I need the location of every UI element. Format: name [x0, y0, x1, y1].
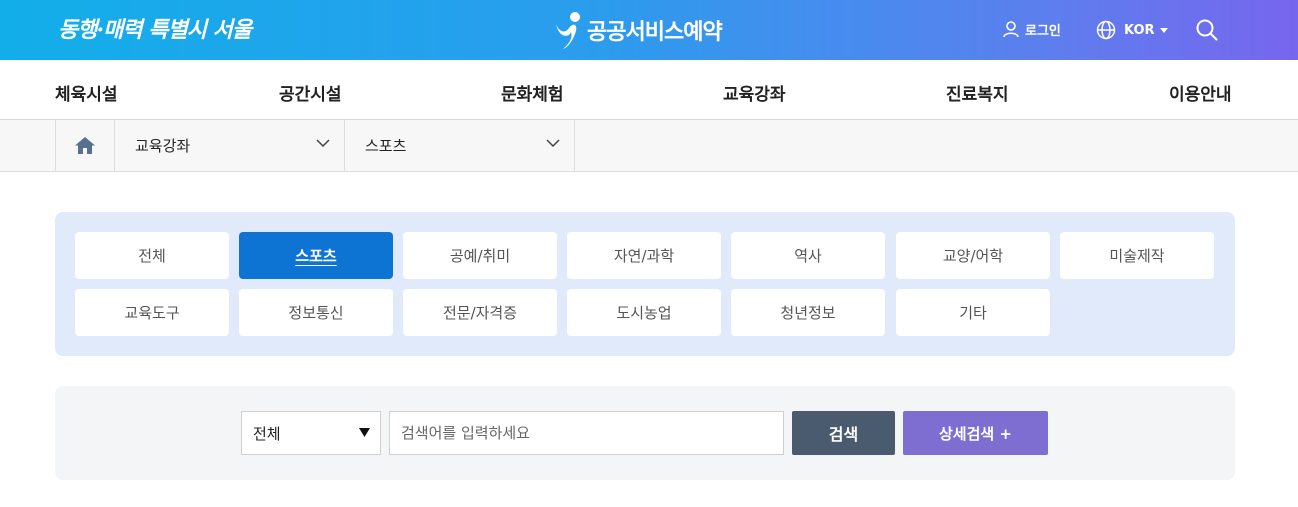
- top-header: 동행·매력 특별시 서울 공공서비스예약 로그인 KOR: [0, 0, 1298, 60]
- search-button[interactable]: 검색: [792, 411, 895, 455]
- category-button[interactable]: 교육도구: [75, 289, 229, 336]
- brand-person-icon: [556, 12, 580, 49]
- globe-icon: [1096, 20, 1116, 40]
- category-button[interactable]: 기타: [896, 289, 1050, 336]
- breadcrumb: 교육강좌 스포츠: [0, 120, 1298, 172]
- nav-sports-facilities[interactable]: 체육시설: [55, 80, 118, 105]
- triangle-down-icon: [359, 428, 370, 437]
- search-input[interactable]: [389, 411, 784, 455]
- category-button[interactable]: 전체: [75, 232, 229, 279]
- category-button[interactable]: 스포츠: [239, 232, 393, 279]
- search-icon[interactable]: [1196, 19, 1218, 45]
- search-scope-value: 전체: [253, 424, 281, 443]
- detail-search-button[interactable]: 상세검색 +: [903, 411, 1048, 455]
- breadcrumb-subcategory-label: 스포츠: [365, 137, 407, 155]
- category-button[interactable]: 자연/과학: [567, 232, 721, 279]
- nav-education-courses[interactable]: 교육강좌: [723, 80, 786, 105]
- home-icon: [75, 137, 95, 154]
- seoul-slogan-logo[interactable]: 동행·매력 특별시 서울: [58, 12, 252, 44]
- login-label: 로그인: [1025, 24, 1061, 39]
- chevron-down-icon: [316, 139, 330, 147]
- user-icon: [1003, 21, 1019, 38]
- category-button[interactable]: 미술제작: [1060, 232, 1214, 279]
- breadcrumb-category-select[interactable]: 교육강좌: [115, 120, 345, 171]
- brand-title: 공공서비스예약: [587, 20, 723, 45]
- category-button[interactable]: 도시농업: [567, 289, 721, 336]
- main-navigation: 체육시설 공간시설 문화체험 교육강좌 진료복지 이용안내: [0, 60, 1298, 120]
- breadcrumb-subcategory-select[interactable]: 스포츠: [345, 120, 575, 171]
- category-button[interactable]: 교양/어학: [896, 232, 1050, 279]
- brand-logo[interactable]: 공공서비스예약: [553, 10, 723, 50]
- login-button[interactable]: 로그인: [1003, 20, 1061, 39]
- home-button[interactable]: [55, 120, 115, 171]
- category-button[interactable]: 청년정보: [731, 289, 885, 336]
- nav-medical-welfare[interactable]: 진료복지: [946, 80, 1009, 105]
- caret-down-icon: [1159, 27, 1168, 33]
- language-label: KOR: [1124, 22, 1155, 38]
- language-selector[interactable]: KOR: [1096, 20, 1168, 40]
- category-button[interactable]: 공예/취미: [403, 232, 557, 279]
- nav-usage-guide[interactable]: 이용안내: [1169, 80, 1232, 105]
- nav-culture-experience[interactable]: 문화체험: [501, 80, 564, 105]
- search-scope-select[interactable]: 전체: [241, 411, 381, 455]
- chevron-down-icon: [546, 139, 560, 147]
- nav-space-facilities[interactable]: 공간시설: [279, 80, 342, 105]
- breadcrumb-category-label: 교육강좌: [135, 137, 191, 155]
- category-button[interactable]: 정보통신: [239, 289, 393, 336]
- category-button[interactable]: 전문/자격증: [403, 289, 557, 336]
- category-button[interactable]: 역사: [731, 232, 885, 279]
